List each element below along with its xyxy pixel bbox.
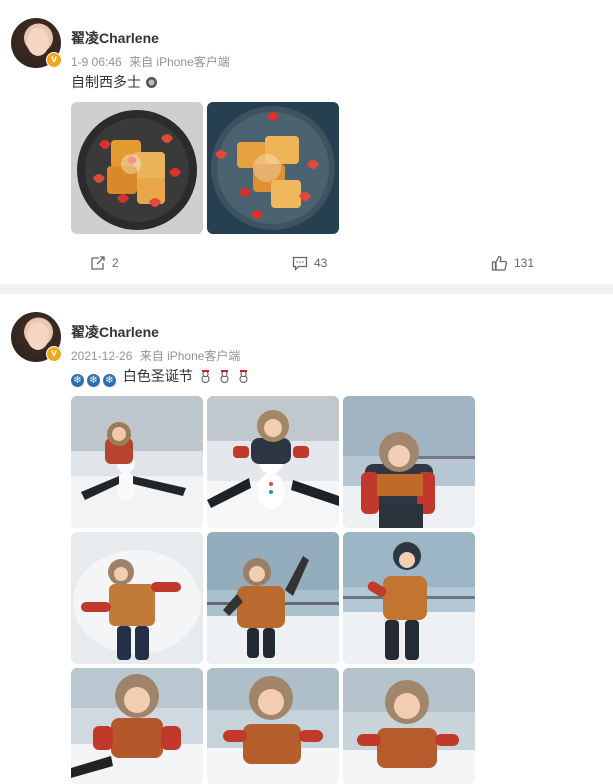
post-image[interactable] xyxy=(207,396,339,528)
post-image[interactable] xyxy=(71,396,203,528)
post-image[interactable] xyxy=(207,668,339,784)
verified-badge-icon: v xyxy=(46,52,62,68)
snowman-icon xyxy=(239,370,248,383)
post-image[interactable] xyxy=(71,668,203,784)
weibo-post-1: v 翟凌Charlene 1-9 06:46 来自 iPhone客户端 自制西多… xyxy=(0,0,613,282)
comment-icon xyxy=(292,256,308,271)
post-image[interactable] xyxy=(71,532,203,664)
username[interactable]: 翟凌Charlene xyxy=(71,322,159,342)
snowflake-icon: ❄ xyxy=(87,374,100,387)
post-source: 来自 iPhone客户端 xyxy=(139,349,241,363)
like-icon xyxy=(491,255,508,271)
snowflake-icon: ❄ xyxy=(71,374,84,387)
post-image[interactable] xyxy=(207,102,339,234)
repost-count: 2 xyxy=(112,256,119,270)
verified-badge-icon: v xyxy=(46,346,62,362)
post-text: ❄ ❄ ❄ 白色圣诞节 xyxy=(71,366,250,387)
comment-button[interactable]: 43 xyxy=(292,248,327,278)
plate-icon xyxy=(145,77,157,88)
post-image[interactable] xyxy=(343,668,475,784)
post-image[interactable] xyxy=(343,532,475,664)
post-meta: 2021-12-26 来自 iPhone客户端 xyxy=(71,347,240,364)
post-text: 自制西多士 xyxy=(71,72,158,92)
comment-count: 43 xyxy=(314,256,328,270)
post-image[interactable] xyxy=(71,102,203,234)
post-meta: 1-9 06:46 来自 iPhone客户端 xyxy=(71,53,230,70)
post-image[interactable] xyxy=(207,532,339,664)
post-divider xyxy=(0,284,613,294)
repost-button[interactable]: 2 xyxy=(90,248,119,278)
post-source: 来自 iPhone客户端 xyxy=(129,55,230,69)
post-time[interactable]: 2021-12-26 xyxy=(71,349,132,363)
action-bar: 2 43 131 xyxy=(0,248,613,278)
weibo-post-2: v 翟凌Charlene 2021-12-26 来自 iPhone客户端 ❄ ❄ ❄… xyxy=(0,294,613,784)
repost-icon xyxy=(91,256,105,270)
like-button[interactable]: 131 xyxy=(491,248,534,278)
username[interactable]: 翟凌Charlene xyxy=(71,28,159,48)
like-count: 131 xyxy=(514,256,535,270)
snowflake-icon: ❄ xyxy=(103,374,116,387)
snowman-icon xyxy=(201,370,210,383)
post-image[interactable] xyxy=(343,396,475,528)
snowman-icon xyxy=(220,370,229,383)
post-time[interactable]: 1-9 06:46 xyxy=(71,55,122,69)
